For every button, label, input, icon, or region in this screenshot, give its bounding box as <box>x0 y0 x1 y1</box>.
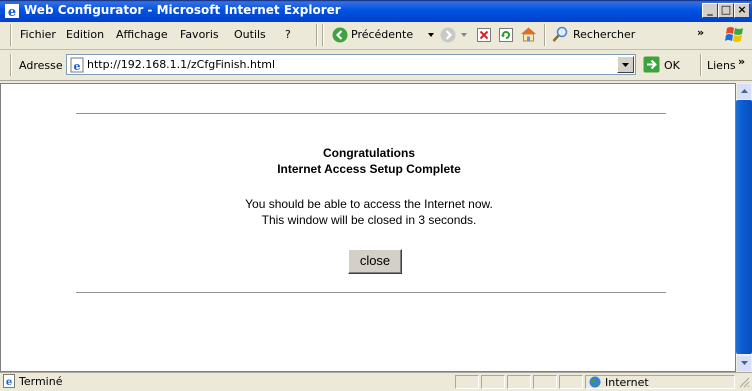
chevron-down-icon <box>741 361 748 365</box>
menu-edition[interactable]: Edition <box>66 28 104 41</box>
close-window-button[interactable]: × <box>734 3 750 18</box>
scroll-down-button[interactable] <box>737 356 751 371</box>
toolbar-grip <box>322 24 324 46</box>
resize-grip-icon <box>739 377 750 388</box>
menu-grip <box>10 24 12 46</box>
menu-bar: Fichier Edition Affichage Favoris Outils… <box>0 22 752 50</box>
back-arrow-icon[interactable] <box>332 27 348 43</box>
top-divider <box>76 113 666 114</box>
forward-dropdown-icon[interactable] <box>461 33 467 37</box>
address-label: Adresse <box>19 59 63 72</box>
menu-outils[interactable]: Outils <box>234 28 266 41</box>
page-content: Congratulations Internet Access Setup Co… <box>0 83 736 372</box>
status-panel <box>533 375 557 389</box>
title-bar: e Web Configurator - Microsoft Internet … <box>0 0 752 22</box>
svg-text:e: e <box>8 5 16 19</box>
scroll-thumb[interactable] <box>736 100 752 354</box>
go-button[interactable]: OK <box>664 59 680 72</box>
access-message: You should be able to access the Interne… <box>245 197 493 211</box>
setup-complete-heading: Internet Access Setup Complete <box>277 162 461 176</box>
close-button[interactable]: close <box>348 249 402 274</box>
status-panel <box>481 375 505 389</box>
page-icon: e <box>70 57 84 73</box>
address-separator <box>700 54 702 76</box>
menu-affichage[interactable]: Affichage <box>116 28 168 41</box>
zone-label: Internet <box>605 376 649 389</box>
minimize-button[interactable]: _ <box>702 3 718 18</box>
refresh-icon[interactable] <box>499 28 513 42</box>
svg-text:e: e <box>6 377 12 388</box>
status-panel <box>455 375 479 389</box>
maximize-button[interactable]: □ <box>718 3 734 18</box>
status-text: Terminé <box>19 375 63 388</box>
congrats-heading: Congratulations <box>323 146 415 160</box>
countdown-message: This window will be closed in 3 seconds. <box>261 213 477 227</box>
address-dropdown-button[interactable] <box>617 56 634 73</box>
home-icon[interactable] <box>520 26 537 43</box>
back-dropdown-icon[interactable] <box>428 33 434 37</box>
search-icon[interactable] <box>552 26 568 43</box>
status-bar: e Terminé Internet <box>0 372 752 390</box>
toolbar-separator <box>316 24 318 46</box>
page-done-icon: e <box>3 374 15 388</box>
window-title: Web Configurator - Microsoft Internet Ex… <box>24 3 341 17</box>
status-panel <box>559 375 583 389</box>
windows-logo-icon <box>725 27 743 42</box>
bottom-divider <box>76 292 666 293</box>
scroll-up-button[interactable] <box>737 84 751 99</box>
back-button[interactable]: Précédente <box>351 28 413 41</box>
menu-favoris[interactable]: Favoris <box>180 28 219 41</box>
links-chevron[interactable]: » <box>738 55 745 68</box>
svg-text:e: e <box>74 60 81 73</box>
resize-grip[interactable] <box>738 376 750 388</box>
globe-icon <box>589 376 601 388</box>
toolbar-chevron[interactable]: » <box>697 26 704 39</box>
stop-icon[interactable] <box>477 28 491 42</box>
address-value: http://192.168.1.1/zCfgFinish.html <box>87 58 276 71</box>
toolbar-separator-2 <box>544 24 546 46</box>
chevron-down-icon <box>622 63 629 67</box>
go-arrow-icon[interactable] <box>643 56 660 73</box>
search-button[interactable]: Rechercher <box>573 28 635 41</box>
address-grip <box>10 54 12 76</box>
forward-arrow-icon[interactable] <box>440 27 456 43</box>
address-bar: Adresse e http://192.168.1.1/zCfgFinish.… <box>0 50 752 81</box>
ie-icon: e <box>5 4 19 19</box>
address-input[interactable]: e http://192.168.1.1/zCfgFinish.html <box>66 54 636 75</box>
chevron-up-icon <box>741 89 748 93</box>
menu-help[interactable]: ? <box>285 28 291 41</box>
links-button[interactable]: Liens <box>707 59 736 72</box>
zone-panel: Internet <box>585 375 735 389</box>
menu-fichier[interactable]: Fichier <box>20 28 56 41</box>
status-panel <box>507 375 531 389</box>
